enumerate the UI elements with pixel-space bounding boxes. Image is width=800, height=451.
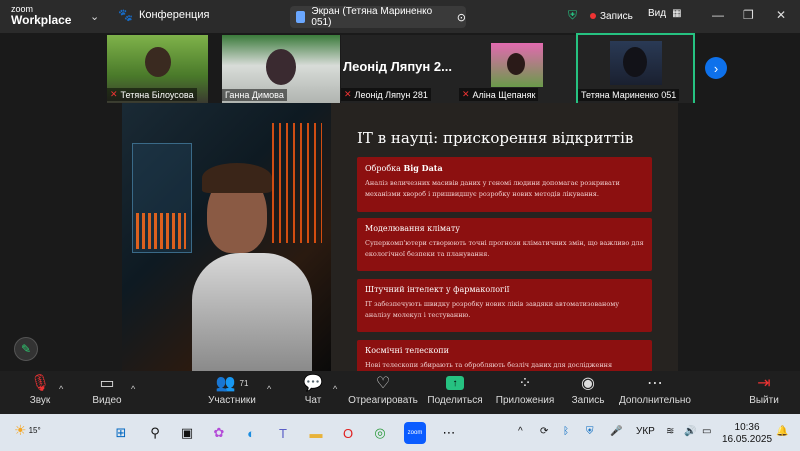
participant-tile[interactable]: Ганна Димова — [222, 35, 340, 103]
start-icon[interactable]: ⊞ — [110, 422, 132, 444]
react-button[interactable]: ♡ Отреагировать — [348, 371, 418, 414]
microphone-icon[interactable]: 🎤 — [610, 426, 622, 437]
weather-widget[interactable]: ☀ 15° — [14, 422, 41, 439]
slide-card: Штучний інтелект у фармакології ІТ забез… — [357, 279, 652, 332]
participants-options-caret-icon[interactable]: ^ — [267, 384, 271, 394]
clock-time: 10:36 — [734, 422, 760, 433]
apps-icon: ⁘ — [518, 375, 532, 392]
recording-dot-icon — [590, 13, 596, 19]
screen-share-indicator[interactable]: Экран (Тетяна Мариненко 051) ⊙ — [290, 6, 466, 28]
chevron-right-icon: › — [713, 60, 719, 76]
minimize-icon[interactable]: — — [712, 8, 724, 22]
meeting-toolbar: 🎙 Звук ^ ▭ Видео ^ 👥 71 Участники ^ 💬 Чат… — [0, 371, 800, 414]
heart-icon: ♡ — [375, 375, 391, 392]
shield-icon[interactable]: ⛨ — [568, 8, 577, 23]
slide-title: IT в науці: прискорення відкриттів — [357, 129, 634, 147]
participant-name: ✕ Тетяна Білоусова — [107, 88, 197, 101]
weather-sun-icon: ☀ — [14, 422, 27, 438]
chrome-icon[interactable]: ◎ — [369, 422, 391, 444]
zoom-logo: zoom Workplace — [11, 4, 71, 26]
chat-button[interactable]: 💬 Чат — [298, 371, 328, 414]
annotate-button[interactable]: ✎ — [14, 337, 38, 361]
clock-date: 16.05.2025 — [722, 434, 773, 445]
task-view-icon[interactable]: ▣ — [176, 422, 198, 444]
opera-icon[interactable]: O — [337, 422, 359, 444]
view-button[interactable]: Вид ▦ — [648, 8, 682, 19]
slide-card: Моделювання клімату Суперкомп'ютери ство… — [357, 218, 652, 271]
slide-content: IT в науці: прискорення відкриттів Оброб… — [331, 103, 678, 380]
participant-name: Ганна Димова — [222, 89, 287, 101]
apps-button[interactable]: ⁘ Приложения — [496, 371, 555, 414]
tray-chevron-icon[interactable]: ^ — [518, 426, 523, 437]
file-explorer-icon[interactable]: ▬ — [305, 422, 327, 444]
slide-illustration — [122, 103, 331, 371]
bluetooth-icon[interactable]: ᛒ — [563, 426, 569, 437]
screen-thumbnail-icon — [296, 11, 306, 23]
battery-icon[interactable]: ▭ — [702, 426, 711, 437]
audio-button[interactable]: 🎙 Звук — [22, 371, 58, 414]
chat-options-caret-icon[interactable]: ^ — [333, 384, 337, 394]
share-arrow-icon: ↑ — [446, 376, 464, 390]
participant-name: ✕ Леонід Ляпун 281 — [341, 88, 431, 101]
leave-icon: ⇥ — [757, 375, 771, 392]
camera-icon: ▭ — [99, 375, 115, 392]
windows-taskbar: ☀ 15° ⊞ ⚲ ▣ ✿ ◐ T ▬ O ◎ zoom ⋯ ^ ⟳ ᛒ ⛨ 🎤… — [0, 414, 800, 451]
more-apps-icon[interactable]: ⋯ — [438, 422, 460, 444]
title-bar: zoom Workplace ⌄ 🐾 Конференция Экран (Те… — [0, 0, 800, 33]
restore-icon[interactable]: ❐ — [743, 8, 754, 22]
participant-tile[interactable]: ✕ Аліна Щепаняк — [459, 35, 577, 103]
grid-icon: ▦ — [672, 8, 682, 19]
brand-bottom: Workplace — [11, 13, 72, 27]
screen-share-label: Экран (Тетяна Мариненко 051) — [311, 6, 433, 28]
leave-button[interactable]: ⇥ Выйти — [746, 371, 782, 414]
defender-icon[interactable]: ⛨ — [586, 426, 594, 437]
participant-tile[interactable]: Леонід Ляпун 2... ✕ Леонід Ляпун 281 — [341, 35, 459, 103]
participants-button[interactable]: 👥 71 Участники — [204, 371, 260, 414]
participant-big-name: Леонід Ляпун 2... — [343, 59, 452, 74]
mic-muted-icon: ✕ — [462, 89, 470, 99]
slide-card: Обробка Big Data Аналіз величезних масив… — [357, 157, 652, 212]
participant-gallery: ✕ Тетяна Білоусова Ганна Димова Леонід Л… — [0, 33, 800, 105]
meeting-info-button[interactable]: 🐾 Конференция — [118, 8, 209, 22]
participants-icon: 👥 71 — [215, 375, 249, 392]
share-button[interactable]: ↑ Поделиться — [427, 371, 483, 414]
participant-tile-active[interactable]: Тетяна Мариненко 051 — [576, 33, 695, 105]
search-icon[interactable]: ⚲ — [144, 422, 166, 444]
teams-icon[interactable]: T — [272, 422, 294, 444]
video-button[interactable]: ▭ Видео — [88, 371, 126, 414]
close-icon[interactable]: ✕ — [776, 8, 786, 22]
language-indicator[interactable]: УКР — [636, 426, 655, 437]
wifi-icon[interactable]: ≋ — [666, 426, 674, 437]
zoom-app-icon[interactable]: zoom — [404, 422, 426, 444]
participant-name: Тетяна Мариненко 051 — [578, 89, 680, 101]
participant-name: ✕ Аліна Щепаняк — [459, 88, 539, 101]
video-options-caret-icon[interactable]: ^ — [131, 384, 135, 394]
mic-muted-icon: ✕ — [110, 89, 118, 99]
copilot-icon[interactable]: ✿ — [208, 422, 230, 444]
audio-options-caret-icon[interactable]: ^ — [59, 384, 63, 394]
more-options-icon[interactable]: ⊙ — [457, 11, 466, 24]
gallery-next-button[interactable]: › — [705, 57, 727, 79]
notifications-icon[interactable]: 🔔 — [776, 426, 788, 437]
meeting-label: Конференция — [138, 9, 210, 21]
chevron-down-icon[interactable]: ⌄ — [90, 10, 99, 23]
more-icon: ⋯ — [647, 375, 663, 392]
mic-muted-icon: ✕ — [344, 89, 352, 99]
record-icon: ◉ — [581, 375, 595, 392]
volume-icon[interactable]: 🔊 — [684, 426, 696, 437]
recording-indicator[interactable]: Запись — [590, 8, 638, 24]
pencil-icon: ✎ — [20, 342, 32, 356]
view-label: Вид — [648, 8, 667, 19]
recording-label: Запись — [600, 10, 633, 22]
mic-muted-icon: 🎙 — [29, 375, 51, 392]
participant-tile[interactable]: ✕ Тетяна Білоусова — [107, 35, 208, 103]
clock[interactable]: 10:36 16.05.2025 — [722, 422, 772, 446]
record-button[interactable]: ◉ Запись — [570, 371, 606, 414]
more-button[interactable]: ⋯ Дополнительно — [619, 371, 691, 414]
chat-icon: 💬 — [303, 375, 323, 392]
sync-icon[interactable]: ⟳ — [540, 426, 548, 437]
edge-icon[interactable]: ◐ — [240, 422, 262, 444]
paw-icon: 🐾 — [118, 8, 133, 22]
